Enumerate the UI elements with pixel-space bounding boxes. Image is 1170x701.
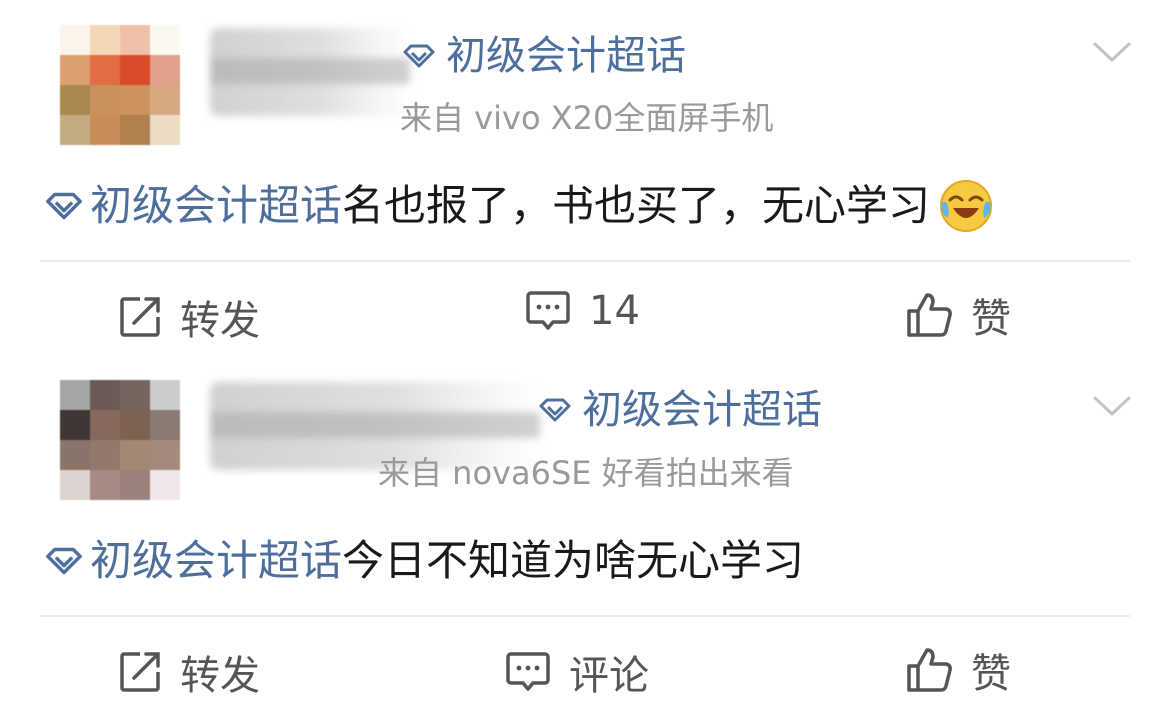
post-body: 初级会计超话 名也报了，书也买了，无心学习	[44, 178, 994, 234]
comment-button[interactable]: 评论	[505, 643, 649, 701]
post-1: 初级会计超话 来自 vivo X20全面屏手机 初级会计超话 名也报了，书也买了…	[0, 0, 1170, 350]
body-topic-link[interactable]: 初级会计超话	[44, 533, 342, 589]
avatar[interactable]	[60, 25, 180, 145]
share-icon	[120, 297, 160, 337]
repost-label: 转发	[180, 653, 260, 699]
body-topic-label: 初级会计超话	[90, 536, 343, 585]
chevron-down-icon[interactable]	[1092, 394, 1132, 418]
topic-link[interactable]: 初级会计超话	[402, 32, 686, 80]
topic-label: 初级会计超话	[446, 33, 686, 79]
comment-count: 14	[589, 288, 640, 334]
topic-link[interactable]: 初级会计超话	[538, 386, 822, 434]
topic-label: 初级会计超话	[582, 387, 822, 433]
diamond-icon	[403, 44, 435, 68]
like-button[interactable]: 赞	[905, 286, 1011, 344]
thumbs-up-icon	[907, 293, 952, 337]
post-source: 来自 vivo X20全面屏手机	[400, 99, 774, 137]
post-2: 初级会计超话 来自 nova6SE 好看拍出来看 初级会计超话 今日不知道为啥无…	[0, 350, 1170, 701]
like-label: 赞	[971, 651, 1011, 697]
divider	[40, 615, 1130, 617]
post-source: 来自 nova6SE 好看拍出来看	[378, 454, 794, 492]
username-blurred[interactable]	[210, 28, 410, 116]
body-text: 今日不知道为啥无心学习	[342, 536, 805, 585]
like-button[interactable]: 赞	[905, 641, 1011, 699]
repost-button[interactable]: 转发	[118, 643, 260, 701]
comment-button[interactable]: 14	[525, 288, 640, 334]
like-label: 赞	[971, 296, 1011, 342]
diamond-icon	[539, 398, 571, 422]
body-topic-label: 初级会计超话	[90, 181, 343, 230]
thumbs-up-icon	[907, 648, 952, 692]
laughing-crying-emoji	[940, 180, 993, 232]
repost-label: 转发	[180, 298, 260, 344]
share-icon	[120, 652, 160, 692]
divider	[40, 260, 1130, 262]
body-topic-link[interactable]: 初级会计超话	[44, 178, 342, 234]
repost-button[interactable]: 转发	[118, 288, 260, 346]
comment-icon	[506, 652, 550, 691]
comment-label: 评论	[569, 653, 649, 699]
post-body: 初级会计超话 今日不知道为啥无心学习	[44, 533, 804, 589]
body-text: 名也报了，书也买了，无心学习	[342, 181, 931, 230]
diamond-icon	[46, 192, 82, 220]
diamond-icon	[46, 547, 82, 575]
comment-icon	[526, 291, 570, 330]
avatar[interactable]	[60, 380, 180, 500]
chevron-down-icon[interactable]	[1092, 40, 1132, 64]
